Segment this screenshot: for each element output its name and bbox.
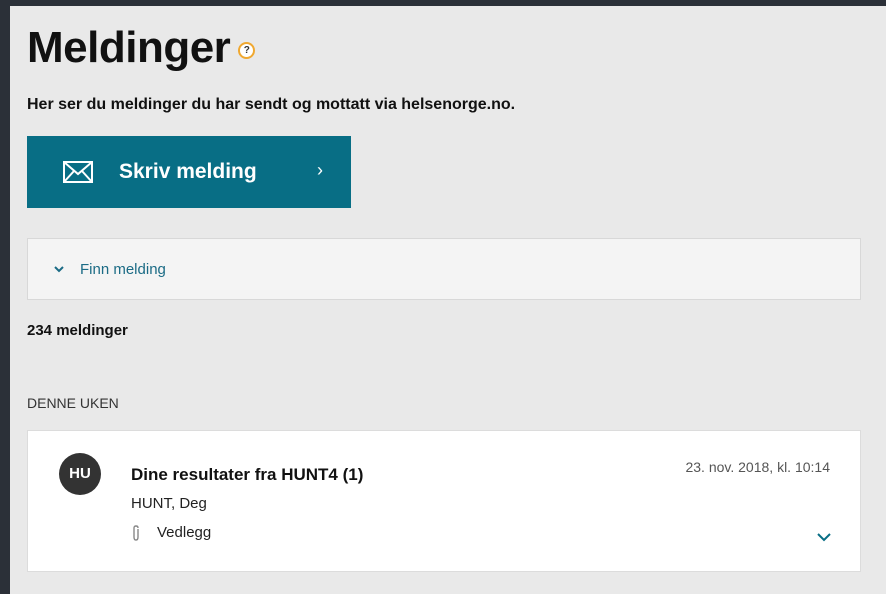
attachment-label: Vedlegg bbox=[157, 524, 212, 541]
envelope-icon bbox=[63, 161, 93, 183]
message-list-item[interactable]: HU Dine resultater fra HUNT4 (1) HUNT, D… bbox=[27, 430, 861, 572]
message-sender: HUNT, Deg bbox=[131, 495, 207, 512]
intro-text: Her ser du meldinger du har sendt og mot… bbox=[27, 96, 516, 113]
section-header-this-week: DENNE UKEN bbox=[27, 395, 119, 411]
write-message-button[interactable]: Skriv melding › bbox=[27, 136, 351, 208]
avatar: HU bbox=[59, 453, 101, 495]
message-count: 234 meldinger bbox=[27, 322, 128, 339]
message-date: 23. nov. 2018, kl. 10:14 bbox=[685, 459, 830, 475]
expand-chevron-icon[interactable] bbox=[816, 531, 832, 543]
page-title: Meldinger bbox=[27, 23, 231, 72]
chevron-down-icon bbox=[54, 266, 64, 273]
find-message-toggle[interactable]: Finn melding bbox=[27, 238, 861, 300]
attachment-indicator: Vedlegg bbox=[131, 524, 211, 541]
help-icon[interactable]: ? bbox=[238, 41, 256, 59]
message-subject: Dine resultater fra HUNT4 (1) bbox=[131, 465, 364, 484]
write-message-label: Skriv melding bbox=[119, 160, 257, 183]
paperclip-icon bbox=[133, 524, 139, 541]
main-content: Meldinger ? Her ser du meldinger du har … bbox=[10, 6, 886, 594]
chevron-right-icon: › bbox=[317, 160, 323, 180]
find-message-label: Finn melding bbox=[80, 260, 166, 278]
title-row: Meldinger ? bbox=[27, 23, 256, 72]
